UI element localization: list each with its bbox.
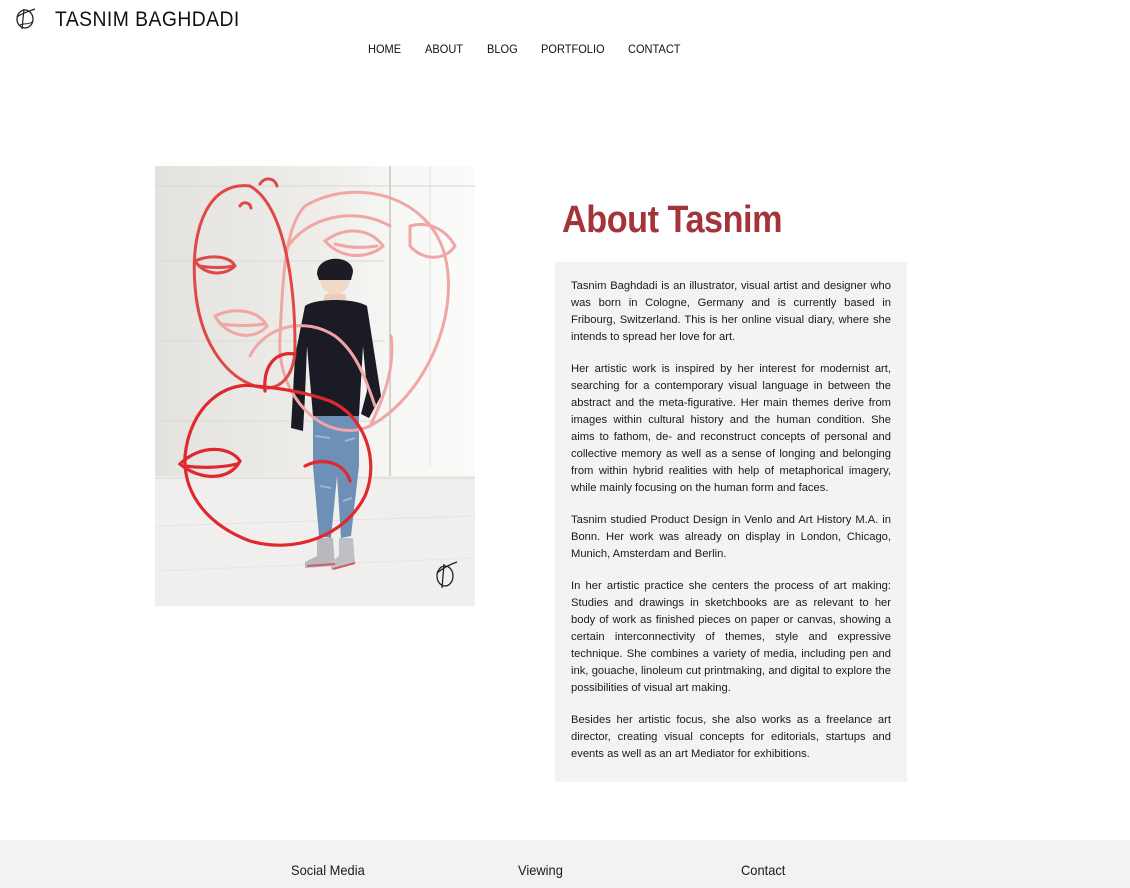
about-paragraph: Tasnim studied Product Design in Venlo a… xyxy=(571,514,891,560)
about-paragraph: Tasnim Baghdadi is an illustrator, visua… xyxy=(571,280,891,343)
page-title: About Tasnim xyxy=(562,199,783,241)
nav-home[interactable]: HOME xyxy=(368,42,401,56)
about-paragraph: Her artistic work is inspired by her int… xyxy=(571,363,891,494)
about-text-box: Tasnim Baghdadi is an illustrator, visua… xyxy=(555,262,907,782)
nav-portfolio[interactable]: PORTFOLIO xyxy=(541,42,605,56)
site-footer: Social Media Viewing Contact xyxy=(0,840,1130,888)
portrait-illustration-image xyxy=(155,166,475,606)
footer-viewing-heading: Viewing xyxy=(518,862,563,878)
nav-contact[interactable]: CONTACT xyxy=(628,42,681,56)
main-nav: HOME ABOUT BLOG PORTFOLIO CONTACT xyxy=(0,42,1130,58)
footer-contact-heading: Contact xyxy=(741,862,786,878)
nav-blog[interactable]: BLOG xyxy=(487,42,518,56)
about-paragraph: Besides her artistic focus, she also wor… xyxy=(571,714,891,760)
footer-social-media-heading: Social Media xyxy=(291,862,365,878)
about-paragraph: In her artistic practice she centers the… xyxy=(571,580,891,694)
nav-about[interactable]: ABOUT xyxy=(425,42,463,56)
site-brand[interactable]: TASNIM BAGHDADI xyxy=(55,8,240,32)
signature-logo-icon[interactable] xyxy=(12,5,38,31)
